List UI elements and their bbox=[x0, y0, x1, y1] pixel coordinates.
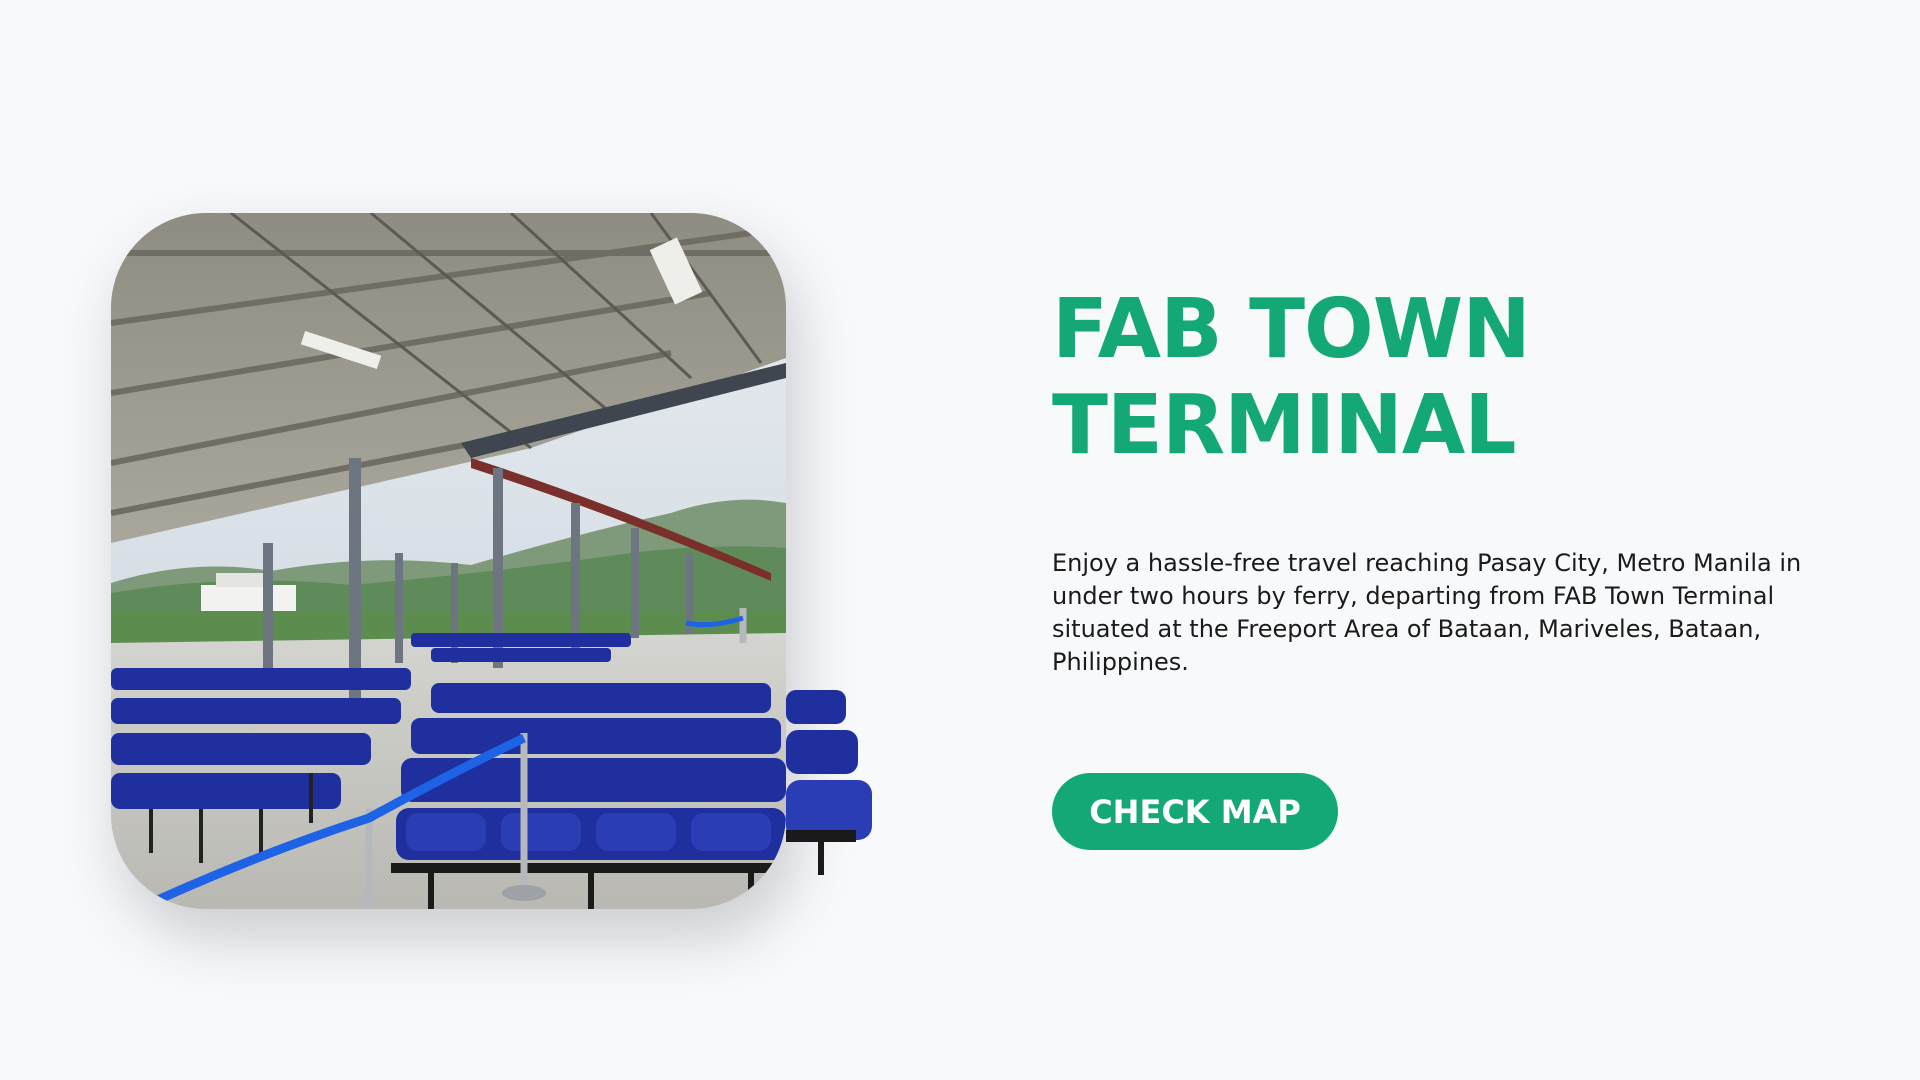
terminal-photo bbox=[111, 213, 786, 909]
title-line-1: FAB TOWN bbox=[1052, 282, 1531, 377]
seat-illustration bbox=[786, 690, 872, 875]
title-line-2: TERMINAL bbox=[1052, 378, 1517, 473]
terminal-description: Enjoy a hassle-free travel reaching Pasa… bbox=[1052, 549, 1802, 676]
check-map-button[interactable]: CHECK MAP bbox=[1052, 773, 1338, 850]
seat-row-overflow bbox=[786, 680, 876, 880]
page-title: FAB TOWN TERMINAL bbox=[1052, 282, 1812, 474]
terminal-photo-illustration bbox=[111, 213, 786, 909]
